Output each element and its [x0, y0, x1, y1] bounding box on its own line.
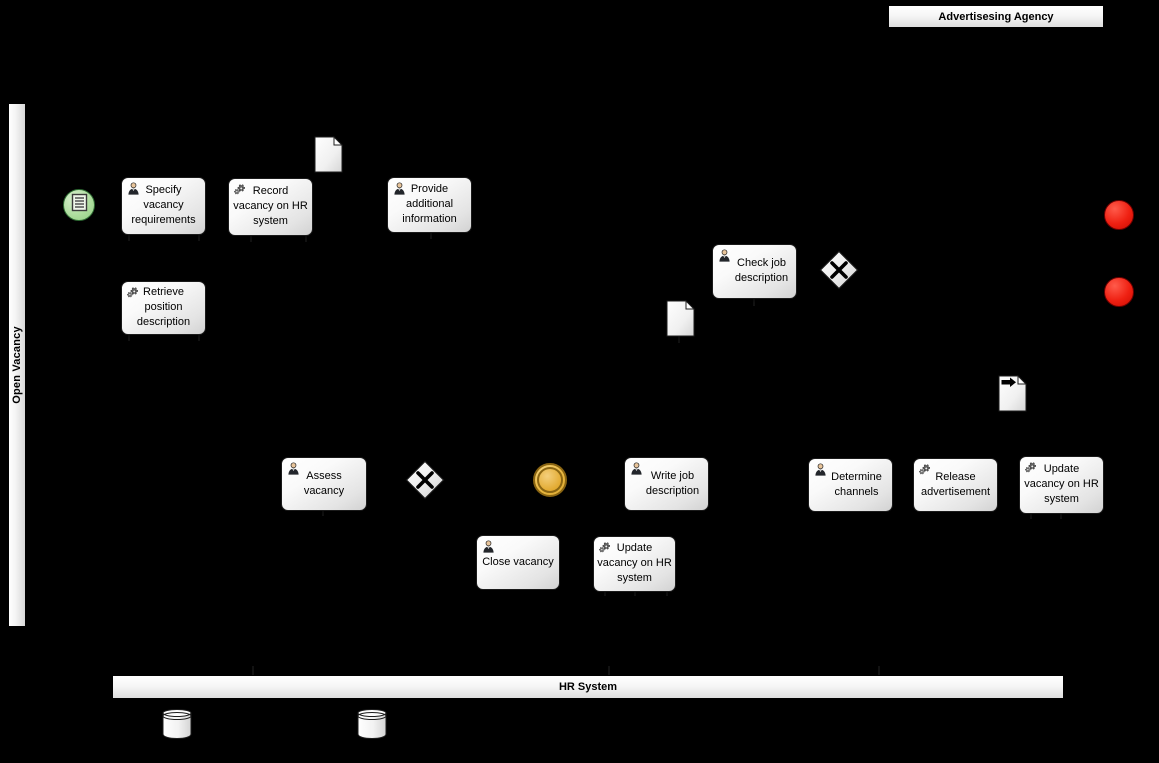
task-close-vacancy[interactable]: Close vacancy [476, 535, 560, 590]
task-provide-additional-information[interactable]: Provide additional information [387, 177, 472, 233]
pool-label-hr-system: HR System [558, 681, 618, 693]
task-write-job-description[interactable]: Write job description [624, 457, 709, 511]
data-object-1[interactable] [314, 135, 344, 174]
user-task-icon [630, 462, 644, 476]
task-label: Close vacancy [482, 555, 554, 568]
task-update-vacancy-on-hr-system-lower[interactable]: Update vacancy on HR system [593, 536, 676, 592]
form-icon [71, 193, 88, 217]
intermediate-inner-ring [536, 466, 564, 494]
task-record-vacancy-on-hr-system[interactable]: Record vacancy on HR system [228, 178, 313, 236]
bpmn-canvas: Open Vacancy Advertisesing Agency HR Sys… [0, 0, 1159, 763]
task-update-vacancy-on-hr-system-right[interactable]: Update vacancy on HR system [1019, 456, 1104, 514]
data-store-1[interactable] [161, 708, 195, 740]
end-event-1[interactable] [1104, 200, 1134, 230]
end-event-2[interactable] [1104, 277, 1134, 307]
task-determine-channels[interactable]: Determine channels [808, 458, 893, 512]
service-task-icon [234, 183, 248, 197]
pool-header-hr-system: HR System [112, 675, 1064, 699]
user-task-icon [287, 462, 301, 476]
task-specify-vacancy-requirements[interactable]: Specify vacancy requirements [121, 177, 206, 235]
pool-label-open-vacancy: Open Vacancy [11, 326, 24, 404]
pool-header-open-vacancy: Open Vacancy [8, 103, 26, 627]
service-task-icon [919, 463, 933, 477]
exclusive-gateway-1[interactable] [817, 248, 861, 292]
data-input-object-1[interactable] [998, 374, 1028, 413]
user-task-icon [482, 540, 496, 554]
task-release-advertisement[interactable]: Release advertisement [913, 458, 998, 512]
exclusive-gateway-2[interactable] [403, 458, 447, 502]
service-task-icon [1025, 461, 1039, 475]
service-task-icon [127, 286, 141, 300]
intermediate-timer-event[interactable] [533, 463, 567, 497]
task-assess-vacancy[interactable]: Assess vacancy [281, 457, 367, 511]
start-event[interactable] [63, 189, 95, 221]
user-task-icon [718, 249, 732, 263]
task-retrieve-position-description[interactable]: Retrieve position description [121, 281, 206, 335]
data-object-2[interactable] [666, 299, 696, 338]
service-task-icon [599, 541, 613, 555]
user-task-icon [127, 182, 141, 196]
data-store-2[interactable] [356, 708, 390, 740]
task-check-job-description[interactable]: Check job description [712, 244, 797, 299]
user-task-icon [814, 463, 828, 477]
pool-header-advertising-agency: Advertisesing Agency [888, 5, 1104, 28]
user-task-icon [393, 182, 407, 196]
pool-label-advertising-agency: Advertisesing Agency [938, 10, 1054, 23]
